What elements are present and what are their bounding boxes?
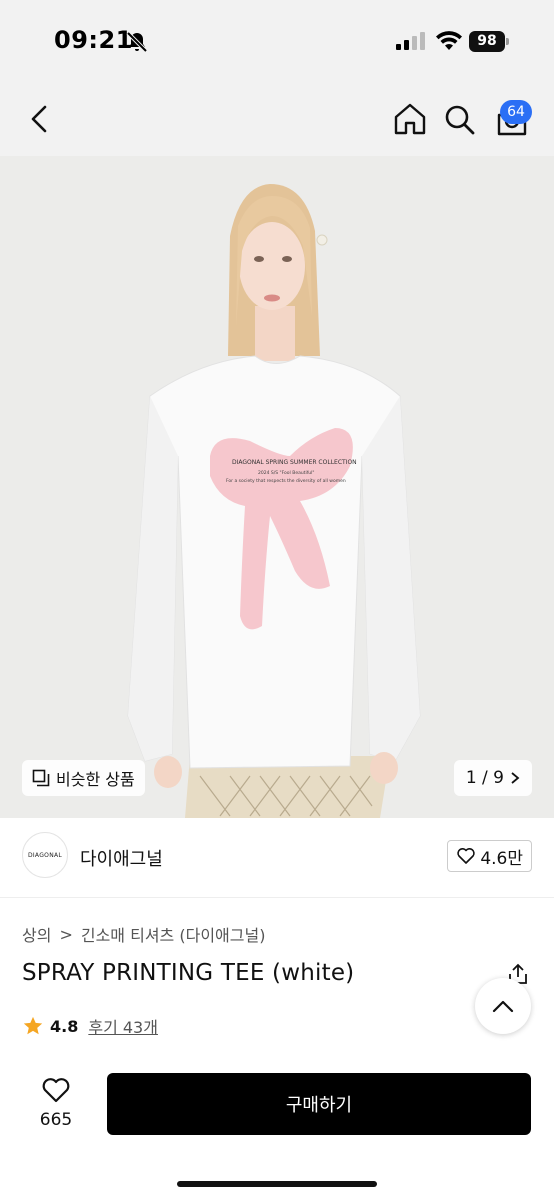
similar-products-label: 비슷한 상품 <box>56 770 135 789</box>
signal-icon <box>396 32 425 50</box>
brand-like-count: 4.6만 <box>480 848 523 869</box>
battery-icon: 98 <box>469 31 509 52</box>
star-icon <box>23 1016 43 1035</box>
product-title: SPRAY PRINTING TEE (white) <box>22 960 355 986</box>
scroll-to-top-button[interactable] <box>475 978 531 1034</box>
breadcrumb-separator: > <box>59 924 73 944</box>
buy-button[interactable]: 구매하기 <box>107 1073 531 1135</box>
rating-value: 4.8 <box>50 1016 79 1036</box>
model-photo: DIAGONAL SPRING SUMMER COLLECTION 2024 S… <box>0 156 554 818</box>
product-image[interactable]: DIAGONAL SPRING SUMMER COLLECTION 2024 S… <box>0 156 554 818</box>
brand-logo[interactable]: DIAGONAL <box>22 832 68 878</box>
breadcrumb-category[interactable]: 상의 <box>22 922 51 946</box>
similar-items-icon <box>32 769 50 787</box>
image-pager-text: 1 / 9 <box>465 768 504 788</box>
wifi-icon <box>436 31 462 50</box>
bell-slash-icon <box>126 31 148 53</box>
home-icon[interactable] <box>393 102 427 136</box>
home-indicator <box>177 1181 377 1187</box>
breadcrumb-subcategory[interactable]: 긴소매 티셔츠 (다이애그널) <box>81 922 266 946</box>
heart-icon <box>457 848 476 864</box>
chevron-up-icon <box>492 1000 514 1013</box>
battery-tip <box>506 38 509 45</box>
shirt-print-line2: 2024 S/S "Fool Beautiful" <box>258 470 314 476</box>
battery-level: 98 <box>469 31 505 52</box>
chevron-right-icon <box>511 772 520 784</box>
shirt-print-line3: For a society that respects the diversit… <box>226 478 346 484</box>
status-time: 09:21 <box>54 26 133 54</box>
shirt-print-line1: DIAGONAL SPRING SUMMER COLLECTION <box>232 459 357 466</box>
search-icon[interactable] <box>444 104 476 136</box>
heart-icon <box>42 1078 70 1103</box>
brand-logo-text: DIAGONAL <box>27 851 63 859</box>
brand-like-button[interactable]: 4.6만 <box>447 840 532 872</box>
rating-row: 4.8 후기 43개 <box>22 1014 158 1038</box>
back-icon[interactable] <box>26 104 54 134</box>
similar-products-button[interactable]: 비슷한 상품 <box>22 760 145 796</box>
nav-bar: 64 <box>0 80 554 156</box>
image-pager-button[interactable]: 1 / 9 <box>453 760 532 796</box>
cart-count-badge: 64 <box>500 100 532 124</box>
review-count-link[interactable]: 후기 43개 <box>88 1014 158 1038</box>
status-bar: 09:21 98 <box>0 0 554 80</box>
breadcrumb: 상의 > 긴소매 티셔츠 (다이애그널) <box>22 922 265 946</box>
brand-row: DIAGONAL 다이애그널 4.6만 <box>0 818 554 898</box>
wishlist-count: 665 <box>39 1110 73 1130</box>
wishlist-button[interactable]: 665 <box>30 1076 82 1130</box>
brand-name[interactable]: 다이애그널 <box>80 845 163 871</box>
